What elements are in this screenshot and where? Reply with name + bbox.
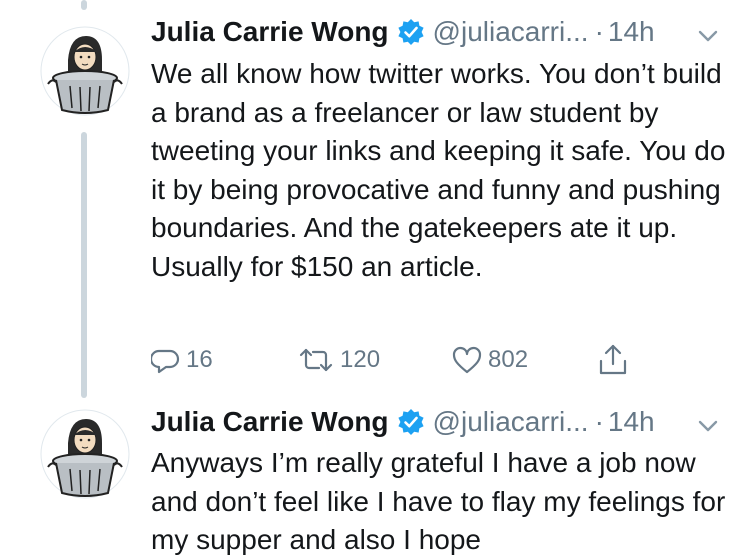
author-handle[interactable]: @juliacarri... [433,16,589,48]
reply-icon [151,349,180,374]
tweet-text: We all know how twitter works. You don’t… [151,58,726,282]
timestamp[interactable]: 14h [608,406,655,438]
share-icon [599,344,627,375]
chevron-down-icon[interactable] [697,418,719,434]
tweet-header: Julia Carrie Wong @juliacarri... · 14h [151,14,655,50]
verified-badge-icon [397,18,425,46]
tweet-header: Julia Carrie Wong @juliacarri... · 14h [151,404,655,440]
tweet-text: Anyways I’m really grateful I have a job… [151,447,726,555]
retweet-icon [299,348,333,372]
tweet[interactable]: Julia Carrie Wong @juliacarri... · 14h W… [0,0,750,395]
like-button[interactable]: 802 [451,343,528,377]
separator-dot: · [594,406,604,437]
separator-dot: · [594,16,604,47]
tweet[interactable]: Julia Carrie Wong @juliacarri... · 14h A… [0,395,750,558]
retweet-count: 120 [340,346,381,373]
verified-badge-icon [397,408,425,436]
tweet-actions: 16 120 802 [151,343,651,377]
share-button[interactable] [597,343,629,377]
avatar[interactable] [40,409,130,499]
author-name[interactable]: Julia Carrie Wong [151,16,389,48]
timestamp[interactable]: 14h [608,16,655,48]
retweet-button[interactable]: 120 [297,343,380,377]
like-icon [452,346,482,374]
reply-button[interactable]: 16 [151,343,213,377]
like-count: 802 [488,346,529,373]
chevron-down-icon[interactable] [697,28,719,44]
author-name[interactable]: Julia Carrie Wong [151,406,389,438]
reply-count: 16 [186,346,213,373]
avatar[interactable] [40,26,130,116]
author-handle[interactable]: @juliacarri... [433,406,589,438]
